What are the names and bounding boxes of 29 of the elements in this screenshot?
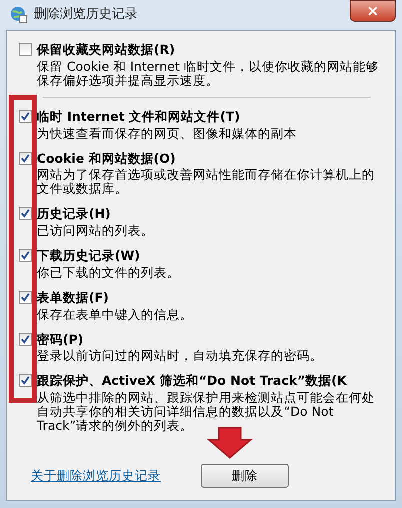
about-link[interactable]: 关于删除浏览历史记录 [31, 466, 161, 486]
checkbox[interactable] [19, 290, 32, 304]
option-label[interactable]: 密码(P) [37, 332, 84, 346]
option-description: 保留 Cookie 和 Internet 临时文件，以使你收藏的网站能够保存偏好选项并提高显示速度。 [37, 60, 380, 88]
checkbox[interactable] [19, 43, 32, 56]
option-description: 从筛选中排除的网站、跟踪保护用来检测站点可能会在何处自动共享你的相关访问详细信息的数据以及“Do Not Track”请求的例外的列表。 [37, 391, 376, 433]
arrow-drawing [207, 426, 253, 460]
option-description: 网站为了保存首选项或改善网站性能而存储在你计算机上的文件或数据库。 [37, 168, 376, 196]
option-description: 为快速查看而保存的网页、图像和媒体的副本 [37, 126, 297, 140]
checkbox[interactable] [19, 152, 32, 164]
checkbox[interactable] [19, 374, 32, 388]
checkbox[interactable] [19, 332, 32, 346]
globe-icon [10, 6, 28, 24]
option-label[interactable]: 下载历史记录(W) [37, 248, 140, 263]
checkbox[interactable] [19, 207, 32, 220]
option-description: 保存在表单中键入的信息。 [37, 308, 193, 322]
option-label[interactable]: 跟踪保护、ActiveX 筛选和“Do Not Track”数据(K [37, 373, 347, 388]
option-label[interactable]: Cookie 和网站数据(O) [37, 150, 176, 166]
option-label[interactable]: 保留收藏夹网站数据(R) [37, 42, 176, 57]
option-description: 你已下载的文件的列表。 [37, 266, 180, 280]
option-description: 登录以前访问过的网站时，自动填充保存的密码。 [37, 349, 323, 364]
option-label[interactable]: 表单数据(F) [37, 290, 109, 305]
option-description: 已访问网站的列表。 [37, 224, 154, 238]
checkbox[interactable] [19, 110, 32, 123]
checkbox[interactable] [19, 249, 32, 262]
delete-button[interactable]: 删除 [201, 464, 289, 488]
option-label[interactable]: 临时 Internet 文件和网站文件(T) [37, 108, 240, 124]
window-title: 删除浏览历史记录 [34, 6, 138, 24]
option-label[interactable]: 历史记录(H) [37, 206, 111, 222]
